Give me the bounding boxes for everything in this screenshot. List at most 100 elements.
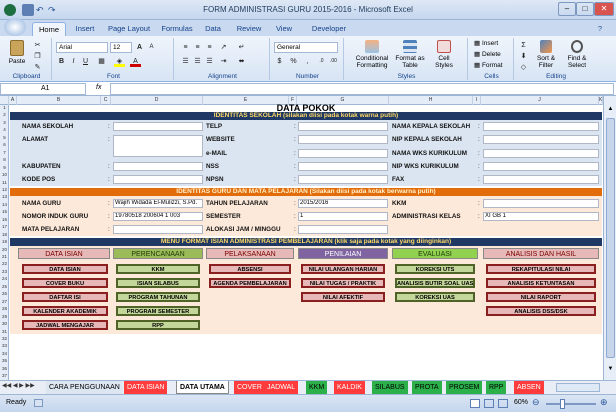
menu-nilai-afektif[interactable]: NILAI AFEKTIF xyxy=(301,292,385,302)
sort-filter-button[interactable]: Sort & Filter xyxy=(532,40,560,69)
format-painter-icon[interactable]: ✎ xyxy=(32,62,43,73)
borders-icon[interactable]: ▦ xyxy=(96,56,107,67)
row-header[interactable]: 31 xyxy=(0,329,9,334)
zoom-out-icon[interactable]: ⊖ xyxy=(532,397,540,408)
nip-kepala-sekolah-field[interactable] xyxy=(483,135,599,144)
format-as-table-button[interactable]: Format as Table xyxy=(394,40,426,69)
find-select-button[interactable]: Find & Select xyxy=(562,40,592,69)
row-header[interactable]: 37 xyxy=(0,373,9,378)
row-header[interactable]: 11 xyxy=(0,180,9,185)
comma-icon[interactable]: , xyxy=(302,56,313,67)
sheet-tab-data-isian[interactable]: DATA ISIAN xyxy=(124,381,168,394)
font-color-icon[interactable]: A xyxy=(130,56,141,67)
row-header[interactable]: 28 xyxy=(0,306,9,311)
kabupaten-field[interactable] xyxy=(113,162,203,171)
copy-icon[interactable]: ❐ xyxy=(32,51,43,62)
menu-kalender-akademik[interactable]: KALENDER AKADEMIK xyxy=(22,306,108,316)
tab-home[interactable]: Home xyxy=(32,22,66,36)
menu-analisis-ketuntasan[interactable]: ANALISIS KETUNTASAN xyxy=(486,278,596,288)
row-header[interactable]: 4 xyxy=(0,127,9,132)
row-header[interactable]: 26 xyxy=(0,291,9,296)
menu-koreksi-uas[interactable]: KOREKSI UAS xyxy=(395,292,475,302)
office-button[interactable] xyxy=(4,18,26,36)
page-break-view-icon[interactable] xyxy=(498,399,508,408)
tab-developer[interactable]: Developer xyxy=(306,22,352,36)
orientation-icon[interactable]: ↗ xyxy=(218,42,229,53)
nama-kepala-sekolah-field[interactable] xyxy=(483,122,599,131)
row-header[interactable]: 7 xyxy=(0,150,9,155)
row-header[interactable]: 25 xyxy=(0,284,9,289)
align-top-icon[interactable]: ≡ xyxy=(180,42,191,53)
name-box[interactable]: A1 xyxy=(0,83,86,95)
macro-record-icon[interactable] xyxy=(34,399,43,407)
sheet-tab-kaldik[interactable]: KALDIK xyxy=(334,381,365,394)
row-header[interactable]: 35 xyxy=(0,358,9,363)
menu-koreksi-uts[interactable]: KOREKSI UTS xyxy=(395,264,475,274)
align-center-icon[interactable]: ☰ xyxy=(192,56,203,67)
row-header[interactable]: 9 xyxy=(0,165,9,170)
insert-button[interactable]: ▦ Insert xyxy=(474,40,498,47)
row-header[interactable]: 34 xyxy=(0,351,9,356)
website-field[interactable] xyxy=(298,135,388,144)
menu-daftar-isi[interactable]: DAFTAR ISI xyxy=(22,292,108,302)
fx-icon[interactable]: fx xyxy=(96,84,101,91)
align-left-icon[interactable]: ☰ xyxy=(180,56,191,67)
sheet-tab-rpp[interactable]: RPP xyxy=(486,381,507,394)
merge-center-icon[interactable]: ⬌ xyxy=(236,56,247,67)
row-header[interactable]: 22 xyxy=(0,261,9,266)
clear-icon[interactable]: ◇ xyxy=(518,62,529,73)
tahun-pelajaran-field[interactable]: 2015/2016 xyxy=(298,199,388,208)
percent-icon[interactable]: % xyxy=(288,56,299,67)
cell-styles-button[interactable]: Cell Styles xyxy=(430,40,458,69)
menu-nilai-tugas-praktik[interactable]: NILAI TUGAS / PRAKTIK xyxy=(301,278,385,288)
email-field[interactable] xyxy=(298,149,388,158)
currency-icon[interactable]: $ xyxy=(274,56,285,67)
underline-button[interactable]: U xyxy=(80,56,91,67)
menu-analisis-butir-soal[interactable]: ANALISIS BUTIR SOAL UAS xyxy=(395,278,475,288)
help-icon[interactable]: ? xyxy=(594,22,606,36)
indent-icon[interactable]: ⇥ xyxy=(218,56,229,67)
nama-sekolah-field[interactable] xyxy=(113,122,203,131)
row-header[interactable]: 36 xyxy=(0,366,9,371)
italic-button[interactable]: I xyxy=(68,56,79,67)
zoom-level[interactable]: 60% xyxy=(514,399,528,406)
paste-button[interactable]: Paste xyxy=(6,40,28,65)
administrasi-kelas-field[interactable]: XI GB 1 xyxy=(483,212,599,221)
menu-program-tahunan[interactable]: PROGRAM TAHUNAN xyxy=(116,292,200,302)
nama-wks-field[interactable] xyxy=(483,149,599,158)
telp-field[interactable] xyxy=(298,122,388,131)
menu-absensi[interactable]: ABSENSI xyxy=(209,264,291,274)
row-header[interactable]: 16 xyxy=(0,217,9,222)
tab-page-layout[interactable]: Page Layout xyxy=(104,22,154,36)
normal-view-icon[interactable] xyxy=(470,399,480,408)
row-header[interactable]: 8 xyxy=(0,157,9,162)
tab-insert[interactable]: Insert xyxy=(70,22,100,36)
menu-program-semester[interactable]: PROGRAM SEMESTER xyxy=(116,306,200,316)
row-header[interactable]: 2 xyxy=(0,112,9,117)
menu-agenda-pembelajaran[interactable]: AGENDA PEMBELAJARAN xyxy=(209,278,291,288)
npsn-field[interactable] xyxy=(298,175,388,184)
menu-rpp[interactable]: RPP xyxy=(116,320,200,330)
scroll-down-icon[interactable]: ▼ xyxy=(605,366,616,376)
align-right-icon[interactable]: ☰ xyxy=(204,56,215,67)
align-bottom-icon[interactable]: ≡ xyxy=(204,42,215,53)
kkm-field[interactable] xyxy=(483,199,599,208)
fill-color-icon[interactable]: ◈ xyxy=(114,56,125,67)
menu-kkm[interactable]: KKM xyxy=(116,264,200,274)
kode-pos-field[interactable] xyxy=(113,175,203,184)
nomor-induk-guru-field[interactable]: 19780518 200604 1 003 xyxy=(113,212,203,221)
row-header[interactable]: 13 xyxy=(0,194,9,199)
zoom-slider[interactable] xyxy=(546,399,596,409)
wrap-text-icon[interactable]: ↵ xyxy=(236,42,247,53)
scroll-thumb[interactable] xyxy=(606,118,615,358)
row-header[interactable]: 18 xyxy=(0,232,9,237)
row-header[interactable]: 27 xyxy=(0,299,9,304)
row-header[interactable]: 24 xyxy=(0,276,9,281)
nama-guru-field[interactable]: Wajih Widada El-Mulizzi, S.Pd. xyxy=(113,199,203,208)
decrease-decimal-icon[interactable]: .00 xyxy=(328,56,339,67)
sheet-tab-kkm[interactable]: KKM xyxy=(306,381,328,394)
alokasi-jam-field[interactable] xyxy=(298,225,388,234)
row-header[interactable]: 33 xyxy=(0,343,9,348)
fill-icon[interactable]: ⬇ xyxy=(518,51,529,62)
conditional-formatting-button[interactable]: Conditional Formatting xyxy=(352,40,392,69)
